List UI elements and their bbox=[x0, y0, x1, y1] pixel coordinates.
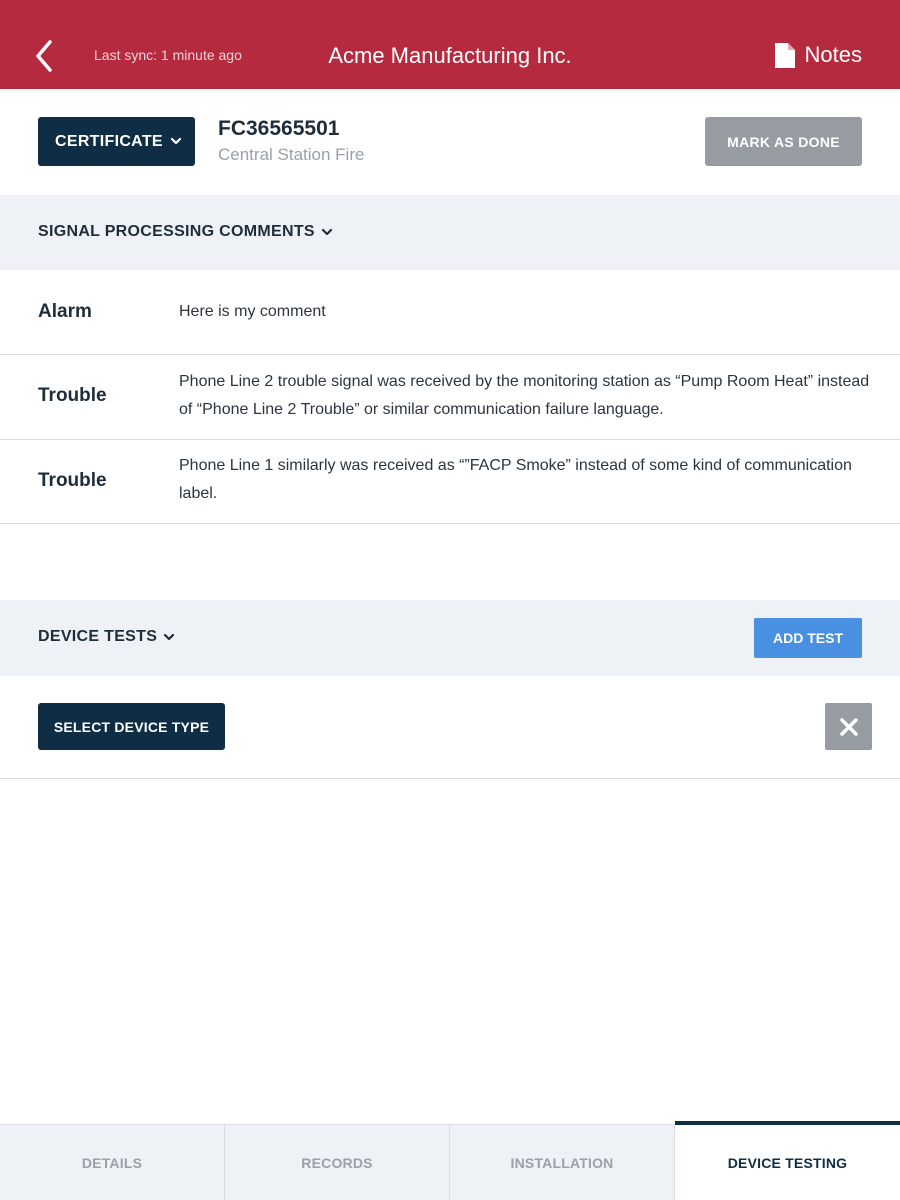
select-device-type-button[interactable]: SELECT DEVICE TYPE bbox=[38, 703, 225, 750]
signal-section-header: SIGNAL PROCESSING COMMENTS bbox=[0, 195, 900, 270]
chevron-down-icon bbox=[321, 228, 332, 236]
notes-button[interactable]: Notes bbox=[774, 42, 862, 68]
bottom-tab-bar: DETAILS RECORDS INSTALLATION DEVICE TEST… bbox=[0, 1121, 900, 1200]
top-bar: Last sync: 1 minute ago Acme Manufacturi… bbox=[0, 0, 900, 89]
chevron-left-icon bbox=[36, 40, 52, 72]
chevron-down-icon bbox=[164, 633, 175, 641]
tab-installation[interactable]: INSTALLATION bbox=[450, 1125, 675, 1200]
comment-row[interactable]: Trouble Phone Line 1 similarly was recei… bbox=[0, 440, 900, 524]
mark-as-done-button[interactable]: MARK AS DONE bbox=[705, 117, 862, 166]
comment-text: Here is my comment bbox=[179, 303, 326, 320]
record-type: Central Station Fire bbox=[218, 145, 365, 164]
tab-records[interactable]: RECORDS bbox=[225, 1125, 450, 1200]
certificate-dropdown-button[interactable]: CERTIFICATE bbox=[38, 117, 195, 166]
comment-row[interactable]: Alarm Here is my comment bbox=[0, 270, 900, 355]
comment-text: Phone Line 1 similarly was received as “… bbox=[179, 457, 852, 502]
device-section-title: DEVICE TESTS bbox=[38, 628, 158, 645]
close-icon bbox=[839, 717, 858, 736]
chevron-down-icon bbox=[170, 137, 182, 145]
device-section-header: DEVICE TESTS ADD TEST bbox=[0, 600, 900, 676]
remove-device-button[interactable] bbox=[825, 703, 872, 750]
record-id: FC36565501 bbox=[218, 117, 340, 140]
notes-label: Notes bbox=[804, 42, 862, 67]
comment-text: Phone Line 2 trouble signal was received… bbox=[179, 373, 870, 418]
add-test-button[interactable]: ADD TEST bbox=[754, 618, 862, 658]
last-sync-text: Last sync: 1 minute ago bbox=[94, 47, 242, 63]
signal-section-title: SIGNAL PROCESSING COMMENTS bbox=[38, 223, 315, 240]
device-test-row: SELECT DEVICE TYPE bbox=[0, 676, 900, 779]
tab-details[interactable]: DETAILS bbox=[0, 1125, 225, 1200]
signal-section-toggle[interactable]: SIGNAL PROCESSING COMMENTS bbox=[38, 223, 333, 241]
record-header: CERTIFICATE FC36565501 Central Station F… bbox=[0, 89, 900, 195]
device-section-toggle[interactable]: DEVICE TESTS bbox=[38, 628, 175, 646]
document-icon bbox=[774, 42, 795, 68]
comment-type: Alarm bbox=[38, 301, 92, 322]
back-button[interactable] bbox=[28, 36, 64, 76]
comment-row[interactable]: Trouble Phone Line 2 trouble signal was … bbox=[0, 355, 900, 440]
comment-type: Trouble bbox=[38, 385, 107, 406]
tab-device-testing[interactable]: DEVICE TESTING bbox=[675, 1121, 900, 1200]
certificate-label: CERTIFICATE bbox=[55, 132, 163, 150]
comment-type: Trouble bbox=[38, 470, 107, 491]
